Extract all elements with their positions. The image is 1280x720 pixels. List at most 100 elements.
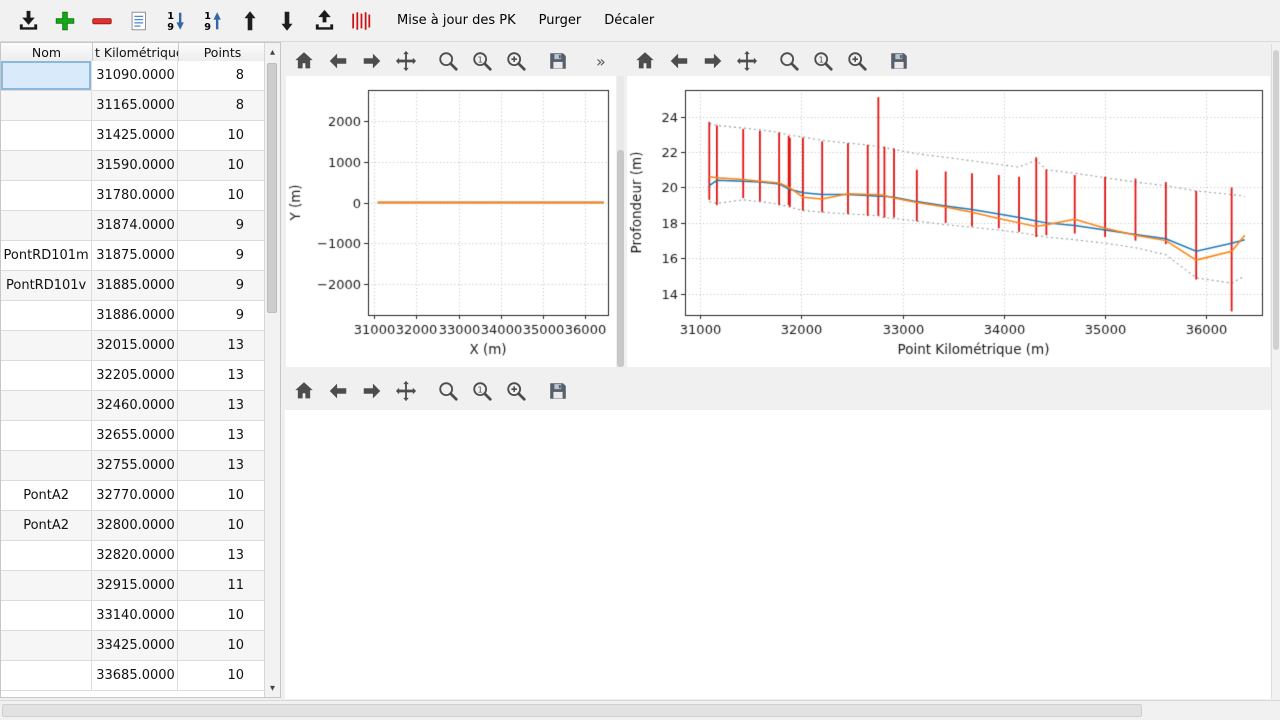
move-down-button[interactable]: [271, 5, 303, 37]
cell-nom[interactable]: [1, 301, 92, 331]
xy-plot-canvas[interactable]: [286, 76, 616, 367]
cell-points[interactable]: 10: [178, 121, 265, 151]
back-button[interactable]: [326, 49, 350, 73]
cell-pk[interactable]: 33140.0000: [92, 601, 177, 631]
pan-button[interactable]: [394, 49, 418, 73]
back-button[interactable]: [667, 49, 691, 73]
table-row[interactable]: 32015.000013: [1, 331, 265, 361]
cell-pk[interactable]: 31590.0000: [92, 151, 177, 181]
cell-points[interactable]: 8: [178, 61, 265, 91]
table-row[interactable]: 32820.000013: [1, 541, 265, 571]
cell-nom[interactable]: [1, 451, 92, 481]
table-scrollbar[interactable]: ▲ ▼: [264, 43, 280, 697]
cell-nom[interactable]: PontA2: [1, 481, 92, 511]
pan-button[interactable]: [735, 49, 759, 73]
cell-pk[interactable]: 32770.0000: [92, 481, 177, 511]
table-row[interactable]: 32460.000013: [1, 391, 265, 421]
cell-points[interactable]: 10: [178, 181, 265, 211]
back-button[interactable]: [326, 379, 350, 403]
cell-points[interactable]: 8: [178, 91, 265, 121]
add-button[interactable]: [49, 5, 81, 37]
profile-plot-canvas[interactable]: [627, 76, 1270, 367]
middle-scrollbar-thumb[interactable]: [617, 150, 624, 367]
table-row[interactable]: 31590.000010: [1, 151, 265, 181]
middle-scrollbar[interactable]: [617, 76, 624, 367]
table-row[interactable]: 32915.000011: [1, 571, 265, 601]
cell-nom[interactable]: PontRD101m: [1, 241, 92, 271]
import-button[interactable]: [12, 5, 44, 37]
cell-pk[interactable]: 33685.0000: [92, 661, 177, 691]
cell-points[interactable]: 10: [178, 631, 265, 661]
cell-points[interactable]: 13: [178, 331, 265, 361]
horizontal-scrollbar[interactable]: [0, 700, 1280, 720]
cell-nom[interactable]: [1, 421, 92, 451]
table-row[interactable]: PontRD101m31875.00009: [1, 241, 265, 271]
save-button[interactable]: [546, 49, 570, 73]
cell-pk[interactable]: 31885.0000: [92, 271, 177, 301]
cell-points[interactable]: 13: [178, 451, 265, 481]
save-button[interactable]: [546, 379, 570, 403]
column-header-points[interactable]: Points: [179, 43, 267, 61]
cell-nom[interactable]: [1, 151, 92, 181]
zoom-button[interactable]: [777, 49, 801, 73]
pan-button[interactable]: [394, 379, 418, 403]
cell-nom[interactable]: [1, 121, 92, 151]
profiles-button[interactable]: [345, 5, 377, 37]
cell-points[interactable]: 13: [178, 391, 265, 421]
cell-nom[interactable]: PontA2: [1, 511, 92, 541]
horizontal-scrollbar-thumb[interactable]: [2, 704, 1142, 717]
right-scrollbar[interactable]: [1271, 44, 1280, 699]
save-button[interactable]: [887, 49, 911, 73]
cell-points[interactable]: 10: [178, 601, 265, 631]
cell-pk[interactable]: 31886.0000: [92, 301, 177, 331]
cell-nom[interactable]: [1, 181, 92, 211]
zoom-plus-button[interactable]: [845, 49, 869, 73]
scroll-down-icon[interactable]: ▼: [265, 681, 280, 695]
table-row[interactable]: 31874.00009: [1, 211, 265, 241]
forward-button[interactable]: [360, 379, 384, 403]
table-row[interactable]: 33425.000010: [1, 631, 265, 661]
cell-pk[interactable]: 32915.0000: [92, 571, 177, 601]
zoom-button[interactable]: [436, 49, 460, 73]
scroll-up-icon[interactable]: ▲: [265, 45, 280, 59]
cell-nom[interactable]: [1, 631, 92, 661]
cell-nom[interactable]: [1, 601, 92, 631]
cell-pk[interactable]: 31425.0000: [92, 121, 177, 151]
cell-points[interactable]: 10: [178, 511, 265, 541]
cell-points[interactable]: 10: [178, 661, 265, 691]
forward-button[interactable]: [701, 49, 725, 73]
zoom-one-button[interactable]: 1: [470, 379, 494, 403]
cell-pk[interactable]: 31090.0000: [92, 61, 177, 91]
zoom-button[interactable]: [436, 379, 460, 403]
zoom-one-button[interactable]: 1: [811, 49, 835, 73]
table-row[interactable]: 32205.000013: [1, 361, 265, 391]
table-row[interactable]: 33140.000010: [1, 601, 265, 631]
home-button[interactable]: [292, 49, 316, 73]
home-button[interactable]: [292, 379, 316, 403]
sort-ascending-button[interactable]: 19: [197, 5, 229, 37]
cell-points[interactable]: 13: [178, 421, 265, 451]
forward-button[interactable]: [360, 49, 384, 73]
cell-pk[interactable]: 31875.0000: [92, 241, 177, 271]
cell-points[interactable]: 13: [178, 361, 265, 391]
cell-nom[interactable]: PontRD101v: [1, 271, 92, 301]
zoom-plus-button[interactable]: [504, 379, 528, 403]
cell-pk[interactable]: 32460.0000: [92, 391, 177, 421]
purger-button[interactable]: Purger: [530, 9, 591, 32]
zoom-plus-button[interactable]: [504, 49, 528, 73]
move-up-button[interactable]: [234, 5, 266, 37]
cell-points[interactable]: 9: [178, 211, 265, 241]
table-row[interactable]: 31165.00008: [1, 91, 265, 121]
table-row[interactable]: 33685.000010: [1, 661, 265, 691]
table-row[interactable]: PontRD101v31885.00009: [1, 271, 265, 301]
cell-pk[interactable]: 31165.0000: [92, 91, 177, 121]
zoom-one-button[interactable]: 1: [470, 49, 494, 73]
table-scrollbar-thumb[interactable]: [267, 63, 277, 313]
cell-points[interactable]: 10: [178, 481, 265, 511]
cell-points[interactable]: 13: [178, 541, 265, 571]
cell-nom[interactable]: [1, 61, 92, 91]
home-button[interactable]: [633, 49, 657, 73]
column-header-nom[interactable]: Nom: [1, 43, 93, 61]
cell-points[interactable]: 9: [178, 301, 265, 331]
cell-nom[interactable]: [1, 391, 92, 421]
